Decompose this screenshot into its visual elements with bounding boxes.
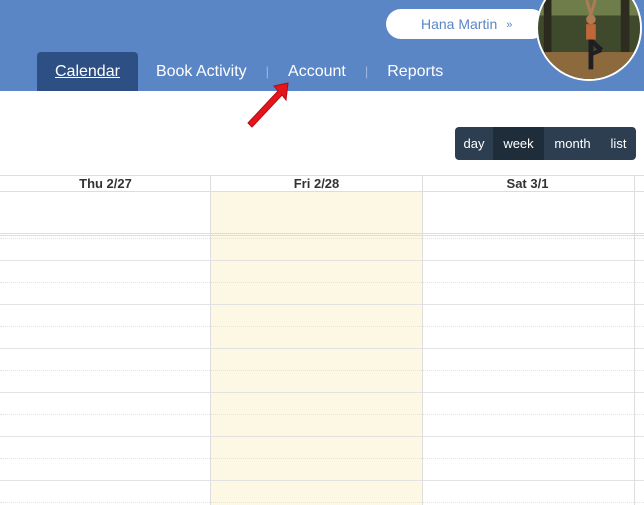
time-slot[interactable]	[0, 436, 644, 437]
time-slot[interactable]	[0, 238, 644, 239]
avatar-image	[538, 0, 640, 79]
chevron-down-double-icon: »	[506, 19, 513, 31]
column-header-row: Thu 2/27 Fri 2/28 Sat 3/1	[0, 175, 644, 192]
time-slot[interactable]	[0, 348, 644, 349]
time-slot[interactable]	[0, 326, 644, 327]
column-divider	[422, 175, 423, 505]
week-calendar: Thu 2/27 Fri 2/28 Sat 3/1	[0, 175, 644, 505]
view-toggle: day week month list	[455, 127, 636, 160]
time-slot[interactable]	[0, 458, 644, 459]
time-slot[interactable]	[0, 260, 644, 261]
column-header-thu: Thu 2/27	[79, 176, 132, 191]
view-month-button[interactable]: month	[544, 127, 601, 160]
time-slot[interactable]	[0, 304, 644, 305]
view-list-button[interactable]: list	[601, 127, 636, 160]
user-menu-button[interactable]: Hana Martin »	[386, 9, 546, 39]
all-day-row[interactable]	[0, 192, 644, 236]
user-name: Hana Martin	[421, 16, 498, 32]
time-slot[interactable]	[0, 414, 644, 415]
time-slot[interactable]	[0, 282, 644, 283]
time-slot[interactable]	[0, 502, 644, 503]
nav-calendar[interactable]: Calendar	[37, 52, 138, 91]
red-arrow-icon	[247, 82, 289, 128]
nav-reports[interactable]: Reports	[369, 52, 461, 91]
time-slot[interactable]	[0, 480, 644, 481]
view-week-button[interactable]: week	[493, 127, 544, 160]
column-divider	[210, 175, 211, 505]
column-header-sat: Sat 3/1	[506, 176, 549, 191]
time-slot[interactable]	[0, 392, 644, 393]
column-header-fri: Fri 2/28	[293, 176, 340, 191]
time-slot[interactable]	[0, 370, 644, 371]
column-divider	[634, 175, 635, 505]
view-day-button[interactable]: day	[455, 127, 493, 160]
